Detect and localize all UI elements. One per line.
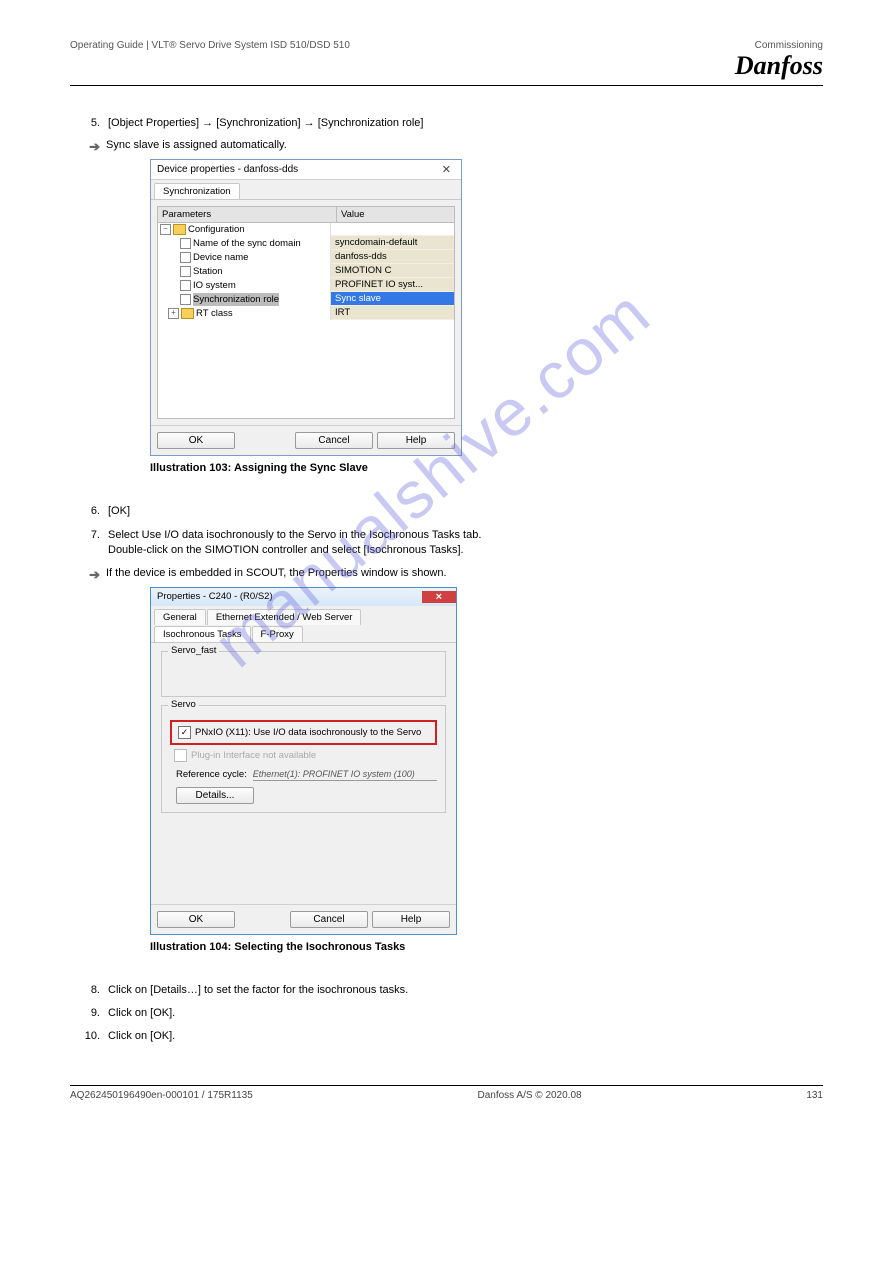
reference-cycle-label: Reference cycle: <box>176 769 247 780</box>
cancel-button[interactable]: Cancel <box>295 432 373 449</box>
step-text: Click on [Details…] to set the factor fo… <box>108 983 823 998</box>
collapse-icon[interactable]: − <box>160 224 171 235</box>
tree-item[interactable]: RT class <box>196 307 233 320</box>
footer-docnum: AQ262450196490en-000101 / 175R1135 <box>70 1090 253 1101</box>
grid-header: Parameters Value <box>157 206 455 223</box>
doc-title: Operating Guide | VLT® Servo Drive Syste… <box>70 40 350 51</box>
tree-item[interactable]: IO system <box>193 279 236 292</box>
step-text: Click on [OK]. <box>108 1006 823 1021</box>
folder-icon <box>181 308 194 319</box>
footer-page: 131 <box>806 1090 823 1101</box>
checkbox-label: PNxIO (X11): Use I/O data isochronously … <box>195 727 421 738</box>
result-text: Sync slave is assigned automatically. <box>106 139 823 155</box>
value-cell: syncdomain-default <box>331 236 454 250</box>
step-text: [Object Properties] → [Synchronization] … <box>108 116 823 131</box>
item-icon <box>180 294 191 305</box>
step-text: Click on [OK]. <box>108 1029 823 1044</box>
tree-root[interactable]: Configuration <box>188 223 245 236</box>
step-text: [OK] <box>108 504 823 519</box>
result-text: If the device is embedded in SCOUT, the … <box>106 567 823 583</box>
footer-copyright: Danfoss A/S © 2020.08 <box>477 1090 581 1101</box>
divider <box>70 85 823 86</box>
step-text: Select Use I/O data isochronously to the… <box>108 528 823 543</box>
folder-icon <box>173 224 186 235</box>
figure-caption: Illustration 104: Selecting the Isochron… <box>150 941 823 953</box>
item-icon <box>180 280 191 291</box>
help-button[interactable]: Help <box>372 911 450 928</box>
tab-general[interactable]: General <box>154 609 206 625</box>
ok-button[interactable]: OK <box>157 911 235 928</box>
group-legend: Servo_fast <box>168 645 219 656</box>
expand-icon[interactable]: + <box>168 308 179 319</box>
value-cell: PROFINET IO syst... <box>331 278 454 292</box>
checkbox-checked-icon[interactable]: ✓ <box>178 726 191 739</box>
dialog-properties-c240: Properties - C240 - (R0/S2) × General Et… <box>150 587 457 935</box>
tree-item-selected[interactable]: Synchronization role <box>193 293 279 306</box>
tree-item[interactable]: Name of the sync domain <box>193 237 301 250</box>
checkbox-label-disabled: Plug-in Interface not available <box>191 750 316 761</box>
details-button[interactable]: Details... <box>176 787 254 804</box>
dialog-title: Properties - C240 - (R0/S2) <box>157 591 273 602</box>
grid-body: − Configuration Name of the sync domain s… <box>157 223 455 419</box>
close-icon[interactable]: ✕ <box>438 163 455 176</box>
step-number: 8. <box>70 983 108 998</box>
tab-isochronous[interactable]: Isochronous Tasks <box>154 626 251 642</box>
tree-item[interactable]: Device name <box>193 251 248 264</box>
help-button[interactable]: Help <box>377 432 455 449</box>
dialog-device-properties: Device properties - danfoss-dds ✕ Synchr… <box>150 159 462 456</box>
breadcrumb: Commissioning <box>755 40 823 51</box>
tab-synchronization[interactable]: Synchronization <box>154 183 240 199</box>
brand-logo: Danfoss <box>70 51 823 81</box>
result-arrow-icon: ➔ <box>70 567 106 583</box>
step-number: 9. <box>70 1006 108 1021</box>
value-cell: danfoss-dds <box>331 250 454 264</box>
value-cell: SIMOTION C <box>331 264 454 278</box>
value-cell: IRT <box>331 306 454 320</box>
step-number: 10. <box>70 1029 108 1044</box>
divider <box>70 1085 823 1086</box>
ok-button[interactable]: OK <box>157 432 235 449</box>
cancel-button[interactable]: Cancel <box>290 911 368 928</box>
group-servo-fast: Servo_fast <box>161 651 446 697</box>
step-number: 7. <box>70 528 108 559</box>
item-icon <box>180 266 191 277</box>
result-arrow-icon: ➔ <box>70 139 106 155</box>
figure-caption: Illustration 103: Assigning the Sync Sla… <box>150 462 823 474</box>
step-number: 6. <box>70 504 108 519</box>
step-text: Double-click on the SIMOTION controller … <box>108 543 823 558</box>
step-number: 5. <box>70 116 108 131</box>
item-icon <box>180 252 191 263</box>
tab-fproxy[interactable]: F-Proxy <box>252 626 303 642</box>
tree-item[interactable]: Station <box>193 265 223 278</box>
group-servo: Servo ✓ PNxIO (X11): Use I/O data isochr… <box>161 705 446 813</box>
value-cell-selected[interactable]: Sync slave <box>331 292 454 306</box>
reference-cycle-value: Ethernet(1): PROFINET IO system (100) <box>253 768 437 781</box>
item-icon <box>180 238 191 249</box>
tab-ethernet[interactable]: Ethernet Extended / Web Server <box>207 609 362 625</box>
group-legend: Servo <box>168 699 199 710</box>
checkbox-disabled-icon <box>174 749 187 762</box>
col-header-parameters: Parameters <box>158 207 337 222</box>
highlight-box: ✓ PNxIO (X11): Use I/O data isochronousl… <box>170 720 437 745</box>
dialog-title: Device properties - danfoss-dds <box>157 164 298 175</box>
col-header-value: Value <box>337 207 454 222</box>
close-icon[interactable]: × <box>422 591 456 603</box>
